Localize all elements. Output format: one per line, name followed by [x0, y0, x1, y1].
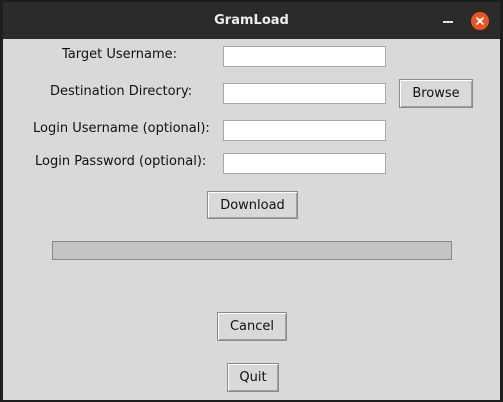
close-icon — [476, 17, 484, 25]
gramload-window: GramLoad Target Username: Destination Di… — [3, 2, 500, 400]
target-username-label: Target Username: — [62, 47, 178, 62]
minimize-icon — [443, 21, 453, 23]
browse-button[interactable]: Browse — [399, 79, 473, 108]
login-username-input[interactable] — [223, 120, 386, 141]
login-username-label: Login Username (optional): — [33, 121, 210, 136]
destination-directory-label: Destination Directory: — [50, 84, 193, 99]
download-progress-bar — [52, 241, 452, 260]
quit-button[interactable]: Quit — [227, 363, 279, 392]
window-title: GramLoad — [214, 13, 289, 28]
cancel-button[interactable]: Cancel — [217, 312, 287, 341]
login-password-label: Login Password (optional): — [35, 154, 207, 169]
title-bar: GramLoad — [3, 2, 500, 39]
download-button[interactable]: Download — [207, 191, 298, 219]
close-button[interactable] — [471, 12, 489, 30]
target-username-input[interactable] — [223, 46, 386, 67]
login-password-input[interactable] — [223, 153, 386, 174]
minimize-button[interactable] — [440, 13, 456, 29]
destination-directory-input[interactable] — [223, 83, 386, 104]
